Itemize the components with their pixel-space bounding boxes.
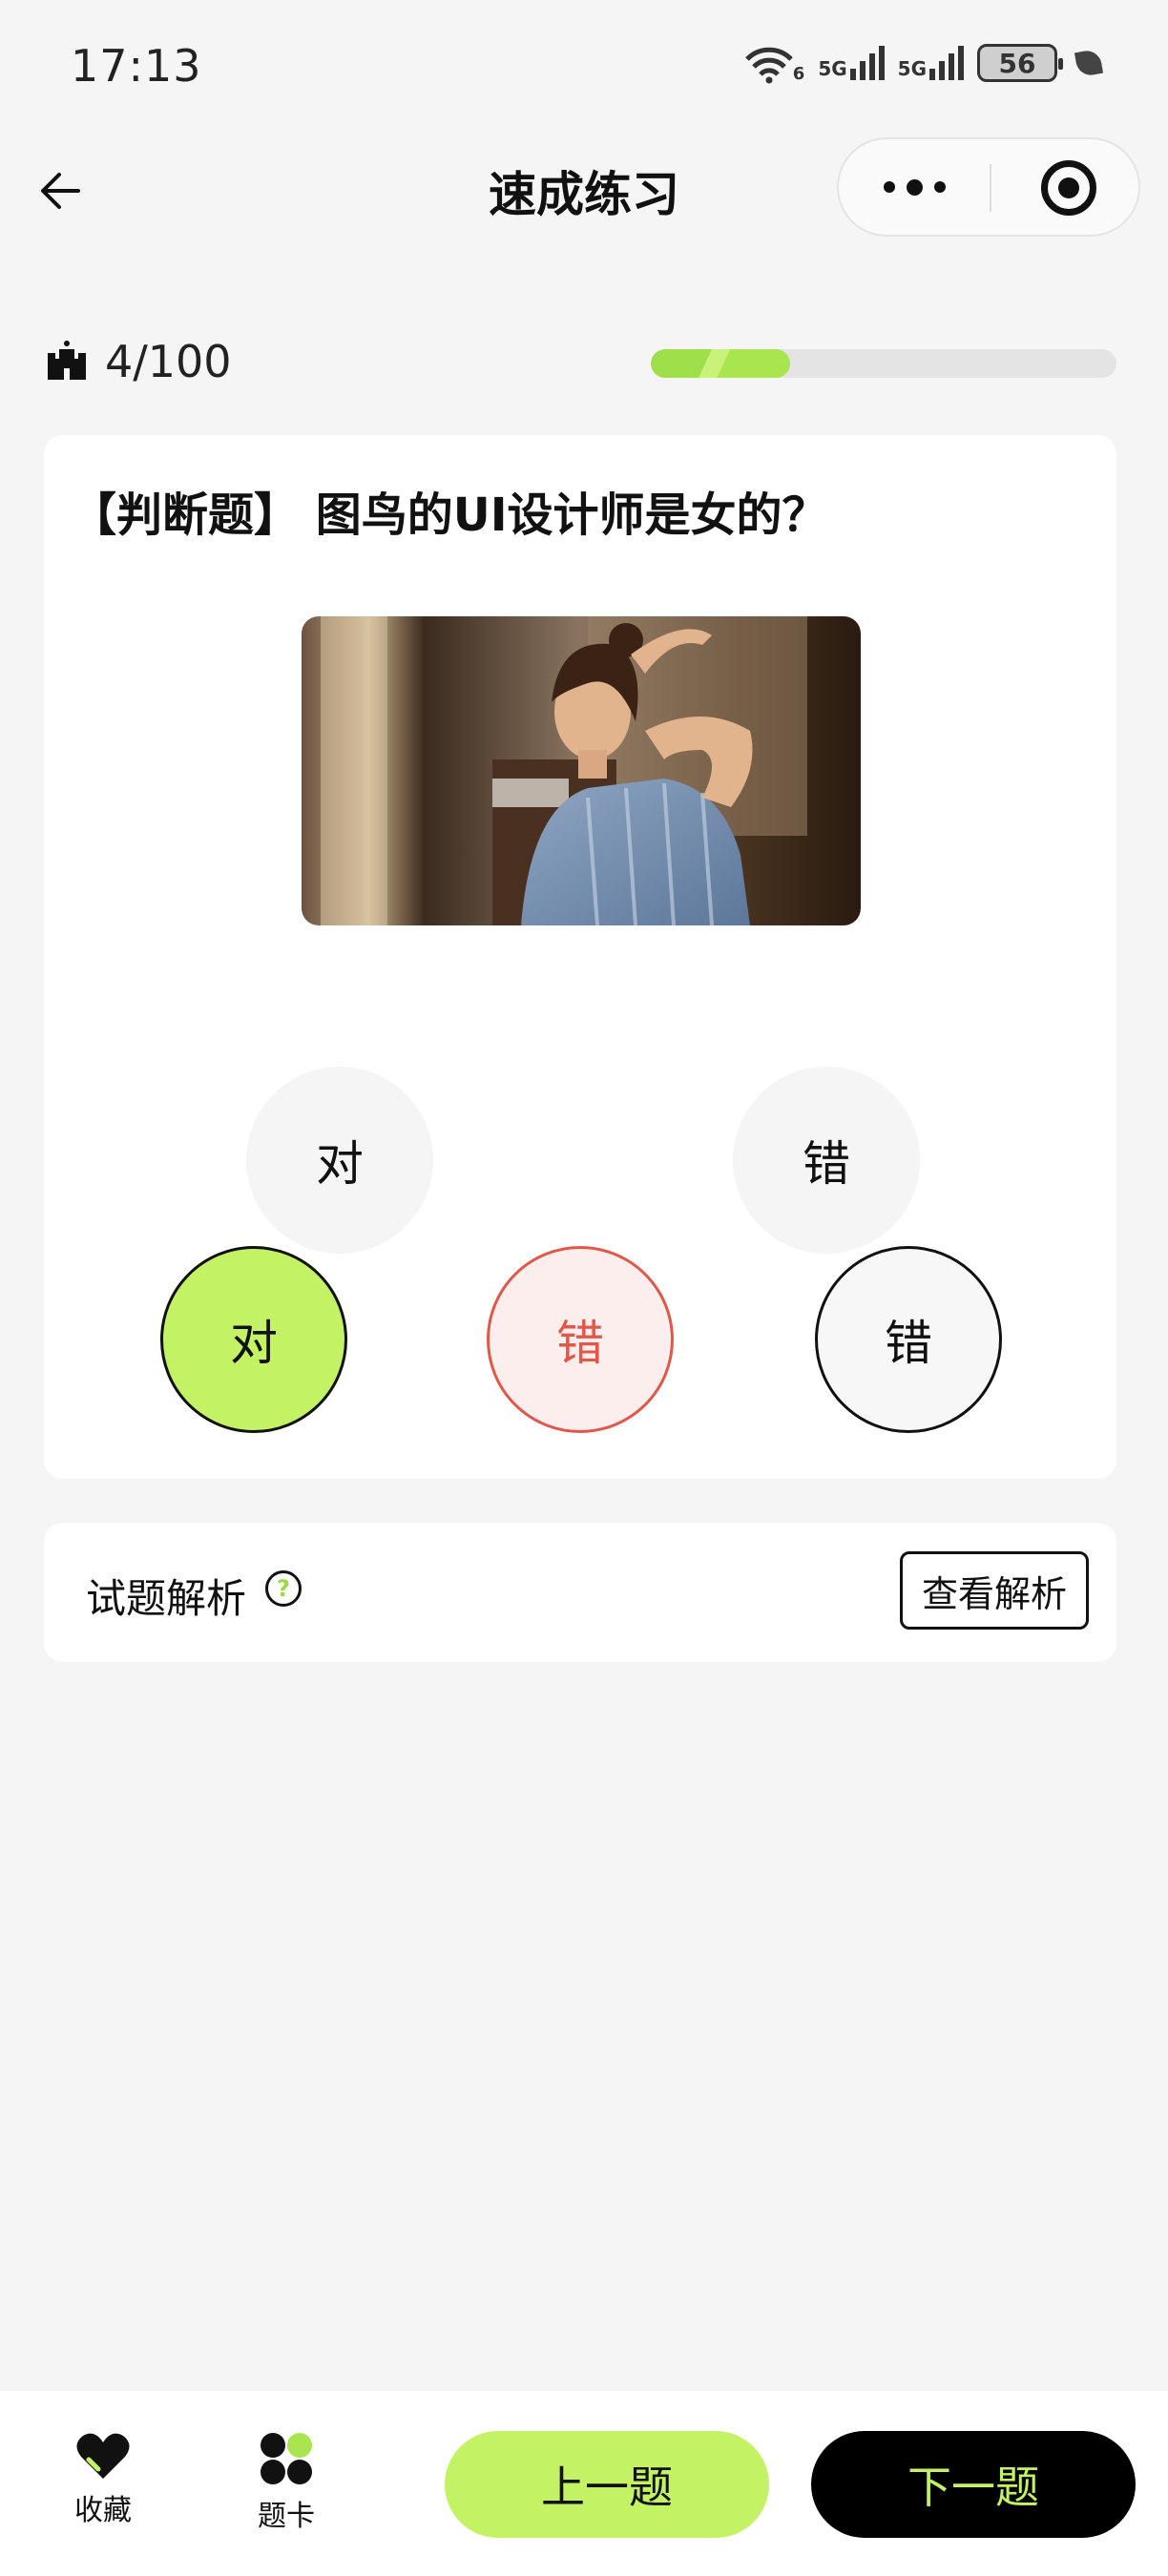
option-false-outlined[interactable]: 错 <box>815 1246 1002 1433</box>
portrait-photo <box>302 616 861 925</box>
cell-signal-1-icon: 5G <box>818 46 885 80</box>
analysis-label: 试题解析 <box>86 1575 247 1622</box>
prev-question-button[interactable]: 上一题 <box>445 2431 769 2538</box>
castle-icon <box>48 341 86 380</box>
option-false-wrong[interactable]: 错 <box>487 1246 674 1433</box>
next-question-button[interactable]: 下一题 <box>811 2431 1136 2538</box>
question-card-tab[interactable]: 题卡 <box>229 2431 344 2534</box>
bottom-bar: 收藏 题卡 上一题 下一题 <box>0 2391 1168 2576</box>
option-true-correct[interactable]: 对 <box>160 1246 347 1433</box>
signal-2-label: 5G <box>897 57 927 80</box>
option-false[interactable]: 错 <box>733 1067 920 1254</box>
signal-1-label: 5G <box>818 57 847 80</box>
question-image <box>302 616 861 925</box>
progress-row: 4/100 <box>46 334 1124 387</box>
wifi-icon: 6 <box>741 42 805 84</box>
status-time: 17:13 <box>71 40 202 92</box>
progress-fill <box>651 349 791 378</box>
favorite-tab[interactable]: 收藏 <box>46 2431 160 2528</box>
progress-count: 4/100 <box>105 336 232 387</box>
more-button[interactable] <box>839 139 990 235</box>
question-card: 【判断题】 图鸟的UI设计师是女的？ 对 错 对 错 错 <box>44 435 1116 1479</box>
view-analysis-button[interactable]: 查看解析 <box>900 1551 1089 1630</box>
question-circle-icon[interactable]: ? <box>265 1570 302 1607</box>
question-text: 【判断题】 图鸟的UI设计师是女的？ <box>71 488 828 542</box>
miniprogram-capsule <box>837 137 1140 237</box>
target-icon[interactable] <box>1041 160 1096 216</box>
battery-indicator: 56 <box>977 44 1063 82</box>
nav-bar: 速成练习 <box>0 134 1168 248</box>
battery-level: 56 <box>998 47 1036 79</box>
status-icons: 6 5G 5G 56 <box>741 42 1104 84</box>
option-true[interactable]: 对 <box>246 1067 433 1254</box>
clover-grid-icon <box>261 2433 312 2484</box>
progress-bar <box>651 349 1116 378</box>
wifi-label: 6 <box>792 64 805 84</box>
favorite-label: 收藏 <box>74 2494 132 2527</box>
more-dots-icon <box>883 181 895 193</box>
capsule-divider <box>990 164 991 212</box>
cell-signal-2-icon: 5G <box>898 46 964 80</box>
heart-icon <box>76 2433 130 2479</box>
card-label: 题卡 <box>258 2500 315 2533</box>
eco-leaf-icon <box>1074 48 1104 78</box>
analysis-card: 试题解析 ? 查看解析 <box>44 1523 1116 1662</box>
status-bar: 17:13 6 5G 5G 56 <box>0 0 1168 134</box>
